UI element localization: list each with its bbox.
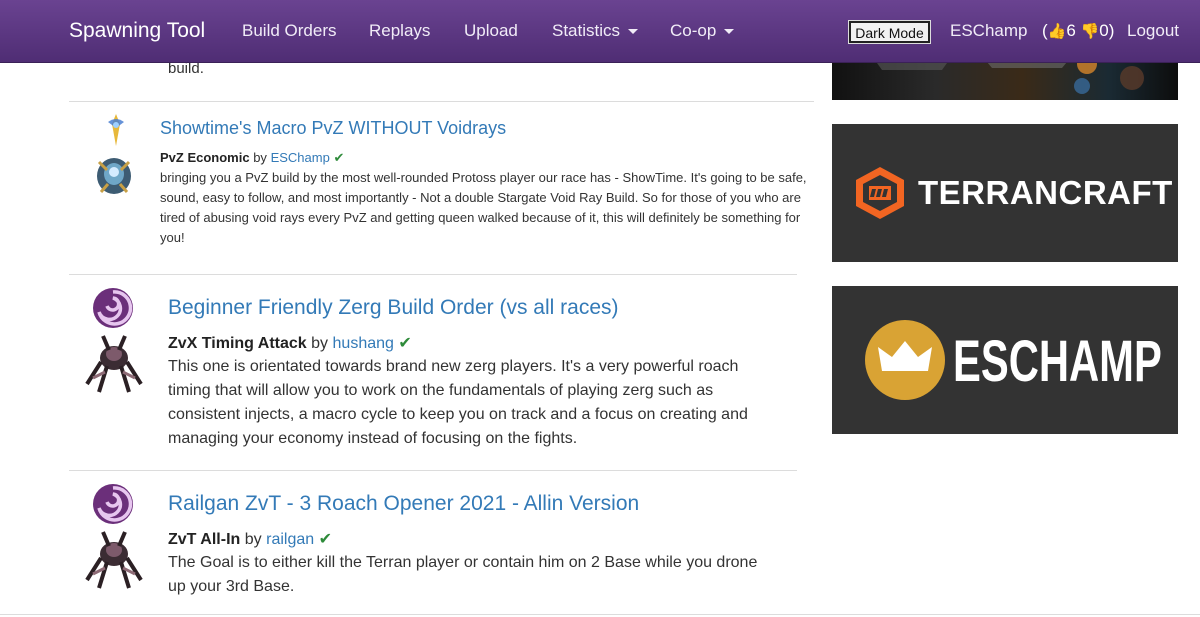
by-label: by xyxy=(311,335,329,352)
by-label: by xyxy=(244,531,262,548)
terrancraft-logo-icon xyxy=(856,167,904,219)
vote-counter[interactable]: (👍6 👎0) xyxy=(1042,0,1114,62)
checkmark-icon: ✔ xyxy=(398,333,412,352)
votes-down-count: 0 xyxy=(1099,21,1109,40)
nav-coop-dropdown[interactable]: Co-op xyxy=(670,0,735,62)
nav-build-orders[interactable]: Build Orders xyxy=(242,0,336,62)
votes-up-count: 6 xyxy=(1066,21,1076,40)
author-link[interactable]: hushang xyxy=(333,335,394,352)
by-label: by xyxy=(253,150,267,165)
thumbs-up-icon: 👍 xyxy=(1047,22,1067,40)
build-meta: ZvX Timing Attack by hushang ✔ xyxy=(168,333,412,353)
nav-statistics-label: Statistics xyxy=(552,21,621,40)
top-navbar: Spawning Tool Build Orders Replays Uploa… xyxy=(0,0,1200,63)
caret-down-icon xyxy=(628,29,639,35)
thumbs-down-icon: 👎 xyxy=(1080,22,1100,40)
checkmark-icon: ✔ xyxy=(318,529,332,548)
terrancraft-label: TERRANCRAFT xyxy=(918,174,1173,211)
vote-close-paren: ) xyxy=(1108,21,1115,40)
build-title-link[interactable]: Showtime's Macro PvZ WITHOUT Voidrays xyxy=(160,118,506,139)
entry-divider xyxy=(69,101,814,102)
protoss-icon xyxy=(108,114,124,146)
brand-link[interactable]: Spawning Tool xyxy=(69,0,205,62)
build-category: ZvT All-In xyxy=(168,531,241,548)
eschamp-label: ESCHAMP xyxy=(953,329,1162,394)
zerg-unit-icon xyxy=(85,335,143,393)
terrancraft-banner[interactable]: TERRANCRAFT xyxy=(832,124,1178,262)
checkmark-icon: ✔ xyxy=(333,151,345,166)
build-meta: ZvT All-In by railgan ✔ xyxy=(168,529,332,549)
author-link[interactable]: railgan xyxy=(266,531,314,548)
entry-divider xyxy=(69,470,797,471)
entry-divider xyxy=(69,274,797,275)
author-link[interactable]: ESChamp xyxy=(271,150,330,165)
dark-mode-button[interactable]: Dark Mode xyxy=(848,20,931,44)
nav-replays[interactable]: Replays xyxy=(369,0,430,62)
crown-logo-icon xyxy=(865,320,945,400)
protoss-unit-icon xyxy=(97,158,131,194)
zerg-icon xyxy=(93,288,133,328)
nav-coop-label: Co-op xyxy=(670,21,717,40)
nav-statistics-dropdown[interactable]: Statistics xyxy=(552,0,639,62)
build-description: This one is orientated towards brand new… xyxy=(168,358,748,447)
nav-logout[interactable]: Logout xyxy=(1127,0,1179,62)
build-description: bringing you a PvZ build by the most wel… xyxy=(160,170,807,245)
entry-divider xyxy=(0,614,1200,615)
zerg-unit-icon xyxy=(85,531,143,589)
build-category: ZvX Timing Attack xyxy=(168,335,307,352)
build-description: The Goal is to either kill the Terran pl… xyxy=(168,554,758,595)
zerg-icon xyxy=(93,484,133,524)
caret-down-icon xyxy=(724,29,735,35)
build-category: PvZ Economic xyxy=(160,150,250,165)
build-title-link[interactable]: Railgan ZvT - 3 Roach Opener 2021 - Alli… xyxy=(168,492,639,516)
build-title-link[interactable]: Beginner Friendly Zerg Build Order (vs a… xyxy=(168,296,619,320)
eschamp-banner[interactable]: ESCHAMP xyxy=(832,286,1178,434)
nav-user-profile[interactable]: ESChamp xyxy=(950,0,1027,62)
build-meta: PvZ Economic by ESChamp ✔ xyxy=(160,150,344,166)
nav-upload[interactable]: Upload xyxy=(464,0,518,62)
